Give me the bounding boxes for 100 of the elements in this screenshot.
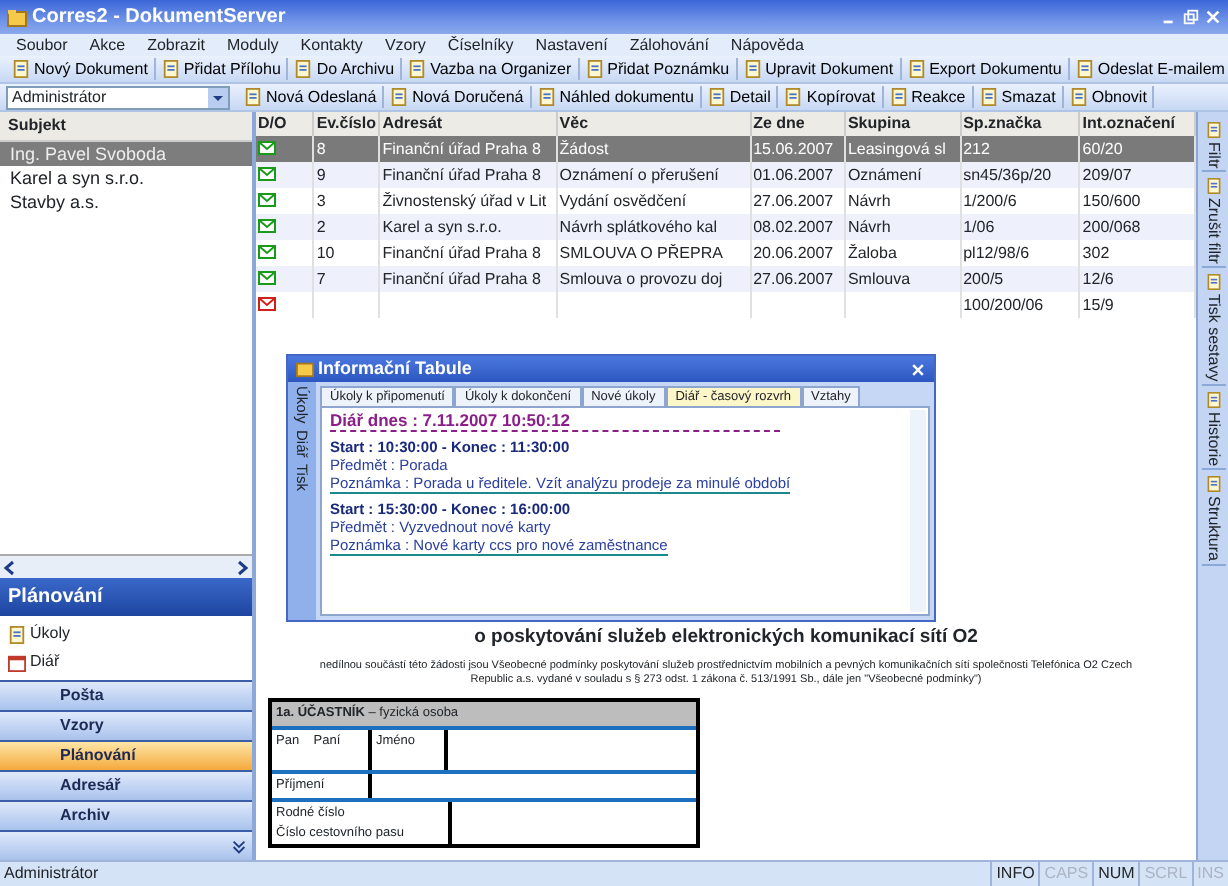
table-cell: Oznámení o přerušení <box>556 162 751 188</box>
toolbar-button[interactable]: Do Archivu <box>288 58 403 80</box>
subject-item[interactable]: Ing. Pavel Svoboda <box>0 142 252 166</box>
column-header[interactable]: Věc <box>556 112 751 136</box>
table-cell: Smlouva <box>844 266 961 292</box>
planning-item[interactable]: Diář <box>0 648 252 676</box>
side-tab[interactable]: Filtr <box>1201 120 1225 173</box>
toolbar-button[interactable]: Upravit Dokument <box>737 58 902 80</box>
table-cell: 01.06.2007 <box>750 162 845 188</box>
column-header: Subjekt <box>0 112 252 142</box>
nav-button[interactable]: Plánování <box>0 740 252 770</box>
side-tab[interactable]: Historie <box>1201 389 1225 471</box>
document-icon <box>1205 391 1221 408</box>
menu-item[interactable]: Kontakty <box>300 33 363 57</box>
menu-item[interactable]: Akce <box>89 33 126 57</box>
side-tab[interactable]: Zrušit filtr <box>1201 176 1225 269</box>
document-icon <box>161 60 180 78</box>
table-cell: 08.02.2007 <box>750 214 845 240</box>
table-cell: Smlouva o provozu doj <box>556 266 751 292</box>
table-cell: 7 <box>313 266 380 292</box>
document-icon <box>784 88 803 106</box>
document-icon <box>585 60 604 78</box>
toolbar-button[interactable]: Přidat Přílohu <box>155 58 289 80</box>
side-tab[interactable]: Struktura <box>1201 474 1225 566</box>
vertical-scrollbar[interactable] <box>910 410 926 612</box>
column-header[interactable]: D/O <box>256 112 314 136</box>
document-icon <box>979 88 998 106</box>
document-icon <box>408 60 427 78</box>
column-header[interactable]: Skupina <box>844 112 961 136</box>
menu-item[interactable]: Zobrazit <box>147 33 205 57</box>
column-header[interactable]: Int.označení <box>1079 112 1195 136</box>
document-icon <box>12 60 30 78</box>
horizontal-scrollbar[interactable] <box>0 554 252 578</box>
toolbar-button[interactable]: Vazba na Organizer <box>402 58 580 80</box>
nav-button[interactable]: Archiv <box>0 800 252 830</box>
column-header[interactable]: Sp.značka <box>960 112 1080 136</box>
menu-item[interactable]: Vzory <box>384 33 426 57</box>
table-cell: Oznámení <box>844 162 961 188</box>
nav-button[interactable]: Adresář <box>0 770 252 800</box>
table-cell: Finanční úřad Praha 8 <box>379 162 557 188</box>
toolbar-button[interactable]: Přidat Poznámku <box>579 58 738 80</box>
toolbar-button[interactable]: Odeslat E-mailem <box>1069 58 1228 80</box>
toolbar-button[interactable]: Nový Dokument <box>6 58 156 80</box>
table-cell: sn45/36p/20 <box>960 162 1080 188</box>
table-cell: Finanční úřad Praha 8 <box>379 266 557 292</box>
document-icon <box>889 88 908 106</box>
table-cell: Leasingová sl <box>844 136 961 162</box>
table-cell: 60/20 <box>1079 136 1195 162</box>
document-icon <box>244 88 262 106</box>
table-cell: 12/6 <box>1079 266 1195 292</box>
restore-icon <box>1182 8 1200 26</box>
column-header[interactable]: Adresát <box>379 112 557 136</box>
table-cell: 212 <box>960 136 1080 162</box>
table-cell: 100/200/06 <box>960 292 1080 318</box>
panel-header: Plánování <box>0 578 252 616</box>
nav-button[interactable]: Pošta <box>0 680 252 710</box>
planning-item[interactable]: Úkoly <box>0 620 252 648</box>
window-title: Corres2 - DokumentServer <box>32 4 288 32</box>
document-title: o poskytování služeb elektronických komunikací sítí O2 <box>472 624 980 652</box>
scroll-left-icon <box>0 557 20 577</box>
status-indicator: NUM <box>1092 862 1139 886</box>
user-dropdown[interactable]: Administrátor <box>6 85 230 109</box>
document-icon <box>294 60 313 78</box>
column-header[interactable]: Ev.číslo <box>313 112 380 136</box>
table-cell: Karel a syn s.r.o. <box>379 214 557 240</box>
menu-item[interactable]: Číselníky <box>447 33 514 57</box>
toolbar-button[interactable]: Detail <box>701 86 779 108</box>
nav-button[interactable]: Vzory <box>0 710 252 740</box>
toolbar-button[interactable]: Export Dokumentu <box>901 58 1070 80</box>
menu-item[interactable]: Nastavení <box>535 33 608 57</box>
toolbar-button[interactable]: Náhled dokumentu <box>531 86 702 108</box>
menu-item[interactable]: Nápověda <box>730 33 804 57</box>
subject-item[interactable]: Stavby a.s. <box>0 190 252 214</box>
column-header[interactable]: Ze dne <box>750 112 845 136</box>
diary-heading: Diář dnes : 7.11.2007 10:50:12 <box>330 412 780 432</box>
menu-item[interactable]: Zálohování <box>629 33 709 57</box>
folder-icon <box>296 360 314 378</box>
document-icon <box>1205 178 1221 195</box>
toolbar-button[interactable]: Nová Odeslaná <box>238 86 385 108</box>
document-icon <box>1069 88 1088 106</box>
toolbar-button[interactable]: Kopírovat <box>778 86 884 108</box>
toolbar-button[interactable]: Smazat <box>973 86 1064 108</box>
document-icon <box>1075 60 1094 78</box>
task-icon <box>8 625 26 643</box>
side-tab[interactable]: Tisk sestavy <box>1201 272 1225 386</box>
toolbar-button[interactable]: Nová Doručená <box>384 86 532 108</box>
table-cell: 2 <box>313 214 380 240</box>
dialog-title: Informační Tabule <box>318 355 474 382</box>
document-icon <box>1205 122 1221 138</box>
table-cell: 200/5 <box>960 266 1080 292</box>
document-icon <box>1205 476 1221 493</box>
menu-item[interactable]: Moduly <box>227 33 279 57</box>
document-icon <box>1205 274 1221 291</box>
table-cell: 8 <box>313 136 380 162</box>
toolbar-button[interactable]: Reakce <box>883 86 974 108</box>
table-cell: 200/068 <box>1079 214 1195 240</box>
menu-item[interactable]: Soubor <box>16 33 68 57</box>
table-cell: 209/07 <box>1079 162 1195 188</box>
toolbar-button[interactable]: Obnovit <box>1063 86 1155 108</box>
subject-item[interactable]: Karel a syn s.r.o. <box>0 166 252 190</box>
